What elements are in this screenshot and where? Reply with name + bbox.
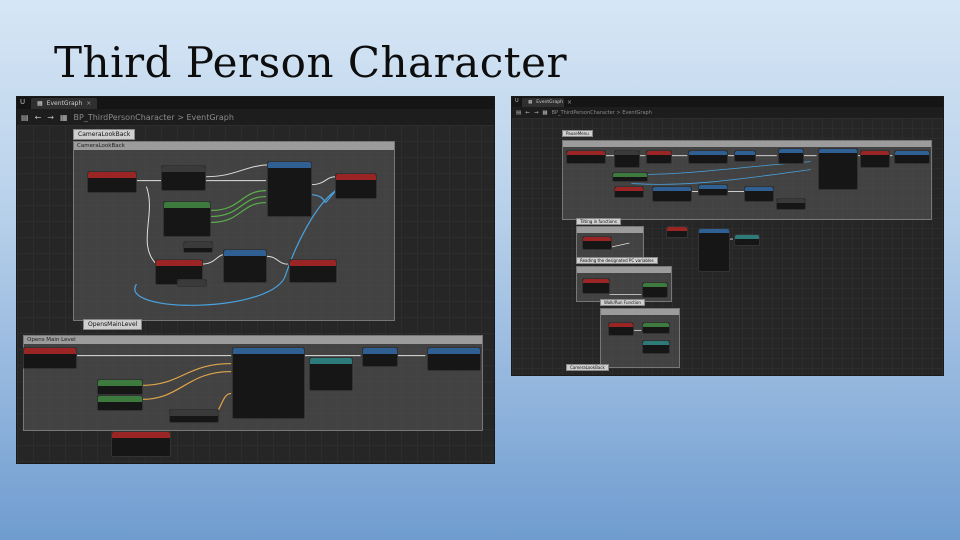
- get-rotation-node[interactable]: [163, 201, 211, 237]
- function-node[interactable]: [734, 150, 756, 162]
- get-node[interactable]: [652, 186, 692, 202]
- breadcrumb-leaf[interactable]: EventGraph: [622, 110, 652, 116]
- tab-bar: U ▦ EventGraph ×: [17, 97, 494, 109]
- breadcrumb-separator: >: [177, 112, 184, 122]
- menu-icon[interactable]: ▤: [516, 110, 521, 116]
- get-actor-node[interactable]: [97, 395, 143, 411]
- breadcrumb-root[interactable]: BP_ThirdPersonCharacter: [74, 113, 175, 122]
- event-node[interactable]: [582, 236, 612, 250]
- breadcrumb-root[interactable]: BP_ThirdPersonCharacter: [552, 110, 615, 116]
- open-level-node[interactable]: [427, 347, 481, 371]
- breadcrumb: BP_ThirdPersonCharacter > EventGraph: [552, 110, 652, 116]
- menu-icon[interactable]: ▤: [21, 113, 29, 122]
- forward-arrow-icon[interactable]: →: [534, 110, 539, 116]
- breadcrumb-separator: >: [616, 109, 621, 116]
- get-actor-node[interactable]: [97, 379, 143, 395]
- back-arrow-icon[interactable]: ←: [525, 110, 530, 116]
- tab-bar: U ▦ EventGraph ×: [512, 97, 943, 107]
- overlap-event-node[interactable]: [23, 347, 77, 369]
- right-blueprint-screenshot: U ▦ EventGraph × ▤ ← → ▦ BP_ThirdPersonC…: [511, 96, 944, 376]
- set-node[interactable]: [642, 322, 670, 334]
- event-node[interactable]: [566, 150, 606, 164]
- branch-node[interactable]: [161, 165, 206, 191]
- graph-icon: ▦: [59, 112, 68, 122]
- set-node[interactable]: [289, 259, 337, 283]
- function-node[interactable]: [734, 234, 760, 246]
- event-tick-node[interactable]: [111, 431, 171, 457]
- event-node[interactable]: [608, 322, 634, 336]
- input-event-node[interactable]: [87, 171, 137, 193]
- tab-eventgraph[interactable]: ▦ EventGraph ×: [31, 97, 97, 109]
- unreal-logo-icon: U: [515, 98, 519, 104]
- graph-icon: ▦: [542, 109, 548, 116]
- graph-toolbar: ▤ ← → ▦ BP_ThirdPersonCharacter > EventG…: [17, 109, 494, 125]
- cast-node[interactable]: [309, 357, 353, 391]
- branch-node[interactable]: [614, 150, 640, 168]
- unreal-logo-icon: U: [20, 98, 26, 106]
- function-node[interactable]: [778, 148, 804, 164]
- event-node[interactable]: [582, 278, 610, 294]
- set-variable-node[interactable]: [335, 173, 377, 199]
- back-arrow-icon[interactable]: ←: [35, 113, 42, 122]
- forward-arrow-icon[interactable]: →: [47, 113, 54, 122]
- close-icon[interactable]: ×: [567, 99, 572, 106]
- set-node[interactable]: [642, 282, 668, 298]
- get-node[interactable]: [698, 184, 728, 196]
- graph-icon: ▦: [528, 99, 533, 105]
- variable-node[interactable]: [177, 279, 207, 287]
- function-call-node[interactable]: [223, 249, 267, 283]
- set-control-rotation-node[interactable]: [267, 161, 312, 217]
- breadcrumb-leaf[interactable]: EventGraph: [186, 113, 233, 122]
- math-node[interactable]: [169, 409, 219, 423]
- get-node[interactable]: [614, 186, 644, 198]
- get-node[interactable]: [612, 172, 648, 182]
- tab-label: EventGraph: [46, 99, 83, 107]
- graph-canvas[interactable]: PauseMenu Tilting in functions Reading t…: [512, 118, 943, 375]
- get-node[interactable]: [776, 198, 806, 210]
- branch-node[interactable]: [362, 347, 398, 367]
- graph-icon: ▦: [37, 99, 43, 107]
- breadcrumb: BP_ThirdPersonCharacter > EventGraph: [74, 113, 234, 122]
- make-rotator-node[interactable]: [183, 241, 213, 253]
- close-icon[interactable]: ×: [86, 100, 91, 107]
- create-widget-node[interactable]: [818, 148, 858, 190]
- create-widget-node[interactable]: [232, 347, 305, 419]
- event-node[interactable]: [666, 226, 688, 238]
- slide-title: Third Person Character: [54, 38, 568, 87]
- left-blueprint-screenshot: U ▦ EventGraph × ▤ ← → ▦ BP_ThirdPersonC…: [16, 96, 495, 464]
- function-node[interactable]: [894, 150, 930, 164]
- graph-canvas[interactable]: CameraLookBack CameraLookBack OpensMainL…: [17, 125, 494, 463]
- get-node[interactable]: [744, 186, 774, 202]
- timeline-node[interactable]: [698, 228, 730, 272]
- tab-eventgraph[interactable]: ▦ EventGraph ×: [522, 97, 572, 107]
- graph-toolbar: ▤ ← → ▦ BP_ThirdPersonCharacter > EventG…: [512, 107, 943, 118]
- function-node[interactable]: [860, 150, 890, 168]
- function-node[interactable]: [688, 150, 728, 164]
- set-node[interactable]: [642, 340, 670, 354]
- function-node[interactable]: [646, 150, 672, 164]
- tab-label: EventGraph: [536, 99, 563, 105]
